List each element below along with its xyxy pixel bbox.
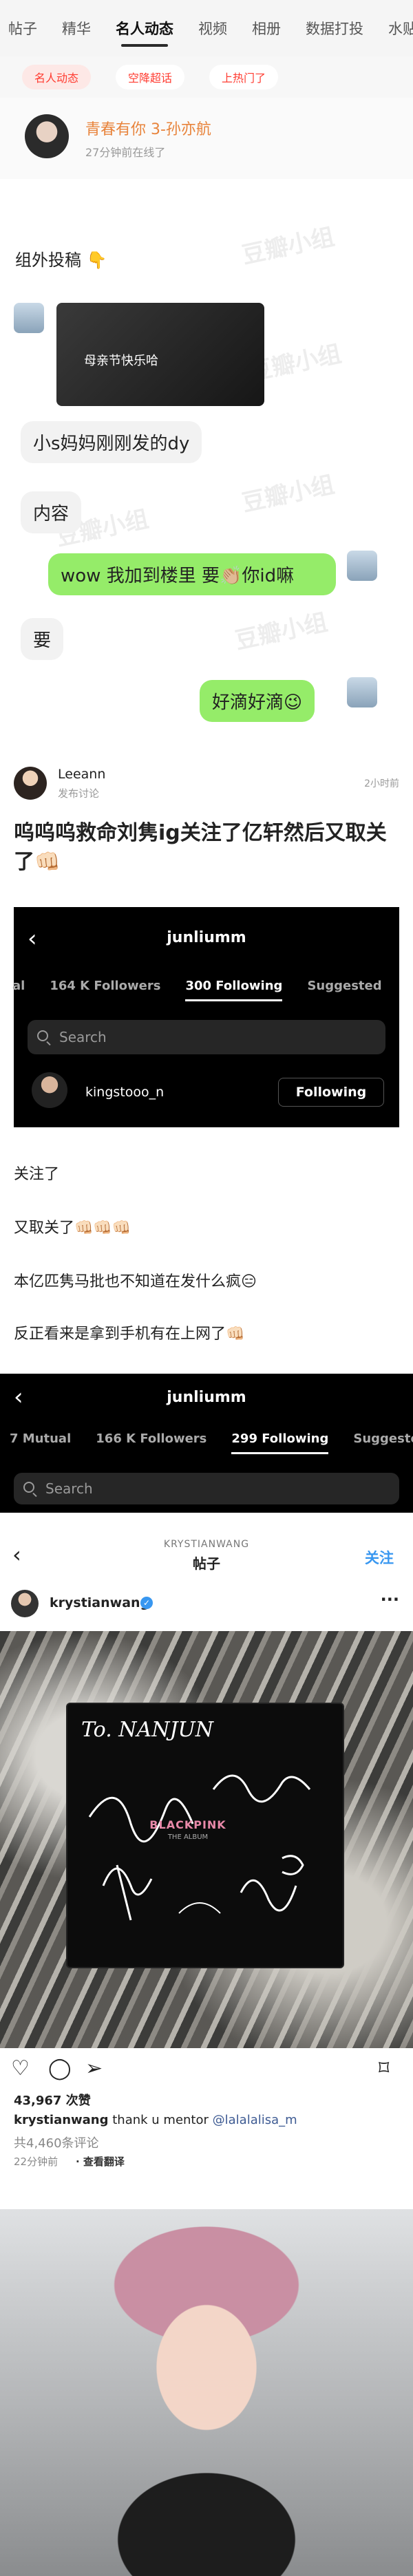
search-placeholder: Search [59,1029,107,1045]
search-icon [37,1030,48,1041]
album-brand: BLACKPINK [149,1818,226,1831]
chat-message-sent: 好滴好滴😉 [200,680,315,722]
caption-username[interactable]: krystianwang [14,2113,109,2127]
caption-mention[interactable]: @lalalalisa_m [213,2113,297,2127]
share-icon[interactable]: ➢ [85,2056,103,2080]
ig-username[interactable]: krystianwang [50,1595,149,1610]
post-text-line: 本亿匹隽马批也不知道在发什么疯😑 [14,1273,257,1290]
chat-message-sent: wow 我加到楼里 要👏🏼你id嘛 [48,553,336,595]
verified-icon: ✓ [140,1597,153,1609]
tab-albums[interactable]: 相册 [252,18,281,39]
album-dedication: To. NANJUN [81,1718,214,1742]
post-caption: krystianwang thank u mentor @lalalalisa_… [14,2113,297,2127]
post-title: 呜呜呜救命刘隽ig关注了亿轩然后又取关了👊🏻 [14,821,387,874]
likes-count: 43,967 次赞 [14,2094,91,2108]
bookmark-icon[interactable]: ⌑ [379,2056,389,2080]
search-placeholder: Search [45,1480,93,1497]
profile-username: junliumm [167,1389,246,1406]
tab-posts[interactable]: 帖子 [8,18,37,39]
ig-header-user: KRYSTIANWANG [163,1539,250,1550]
following-screenshot: ‹ junliumm al 164 K Followers 300 Follow… [12,907,399,1127]
watermark: 豆瓣小组 [240,471,337,518]
tab-mutual[interactable]: 7 Mutual [10,1431,71,1446]
watermark: 豆瓣小组 [233,608,330,655]
search-icon [23,1482,34,1493]
avatar[interactable] [32,1072,67,1108]
tab-followers[interactable]: 164 K Followers [50,979,160,993]
tab-suggested[interactable]: Suggested [353,1431,413,1446]
ig-header-title: 帖子 [193,1555,220,1572]
chat-message: 内容 [21,491,82,533]
celebrity-name[interactable]: 青春有你 3-孙亦航 [85,117,211,139]
avatar [347,677,377,707]
avatar[interactable] [11,1590,39,1617]
tab-following[interactable]: 300 Following [185,979,282,1001]
comment-icon[interactable]: ◯ [48,2056,72,2080]
sub-tabs: 名人动态 空降超话 上热门了 [0,56,413,98]
shared-image: 母亲节快乐哈 [56,303,264,406]
subtab-trending[interactable]: 上热门了 [209,65,279,89]
avatar[interactable] [14,767,47,800]
search-input[interactable]: Search [14,1473,399,1504]
tab-videos[interactable]: 视频 [198,18,227,39]
watermark: 豆瓣小组 [240,223,337,270]
caption-text: thank u mentor [108,2113,213,2127]
tab-voting-data[interactable]: 数据打投 [306,18,363,39]
tab-water-posts[interactable]: 水贴 [388,18,413,39]
post-time: 22分钟前 [14,2155,59,2168]
comments-link[interactable]: 共4,460条评论 [14,2133,99,2151]
tab-following[interactable]: 299 Following [231,1431,328,1454]
post-time: 2小时前 [364,778,399,789]
avatar[interactable] [25,114,69,158]
tab-suggested[interactable]: Suggested [307,979,381,993]
album-subtitle: THE ALBUM [167,1833,209,1841]
signatures [88,1774,311,1921]
following-username[interactable]: kingstooo_n [85,1085,164,1100]
post-text-line: 关注了 [14,1166,60,1183]
follow-tabs: 7 Mutual 166 K Followers 299 Following S… [10,1431,413,1454]
more-icon[interactable]: ··· [381,1590,399,1609]
following-button[interactable]: Following [278,1078,384,1107]
chat-intro-text: 组外投稿 👇 [15,251,107,270]
tab-featured[interactable]: 精华 [62,18,91,39]
heart-icon[interactable]: ♡ [11,2056,30,2080]
post-text-line: 又取关了👊🏻👊🏻👊🏻 [14,1220,131,1237]
follow-tabs: al 164 K Followers 300 Following Suggest… [12,979,407,1001]
search-input[interactable]: Search [28,1020,385,1054]
post-author[interactable]: Leeann [58,767,105,782]
avatar [347,551,377,581]
subtab-celebrity-updates[interactable]: 名人动态 [22,65,92,89]
follow-button[interactable]: 关注 [365,1547,394,1568]
chat-message: 小s妈妈刚刚发的dy [21,421,202,463]
tab-followers[interactable]: 166 K Followers [96,1431,206,1446]
subtab-airdrop-topic[interactable]: 空降超话 [116,65,185,89]
post-source: 发布讨论 [58,787,100,800]
tab-celebrity-updates[interactable]: 名人动态 [116,18,173,47]
image-caption: 母亲节快乐哈 [84,354,158,368]
celebrity-online-status: 27分钟前在线了 [85,146,166,159]
translate-link[interactable]: · 查看翻译 [76,2154,125,2169]
selfie-photo [0,2209,413,2576]
top-tabs: 帖子 精华 名人动态 视频 相册 数据打投 水贴 [0,0,413,56]
chat-message: 要 [21,618,64,660]
avatar [14,303,44,333]
following-screenshot-2: ‹ junliumm 7 Mutual 166 K Followers 299 … [0,1374,413,1513]
tab-mutual[interactable]: al [12,979,25,993]
post-text-line: 反正看来是拿到手机有在上网了👊🏻 [14,1326,245,1343]
profile-username: junliumm [167,929,246,946]
